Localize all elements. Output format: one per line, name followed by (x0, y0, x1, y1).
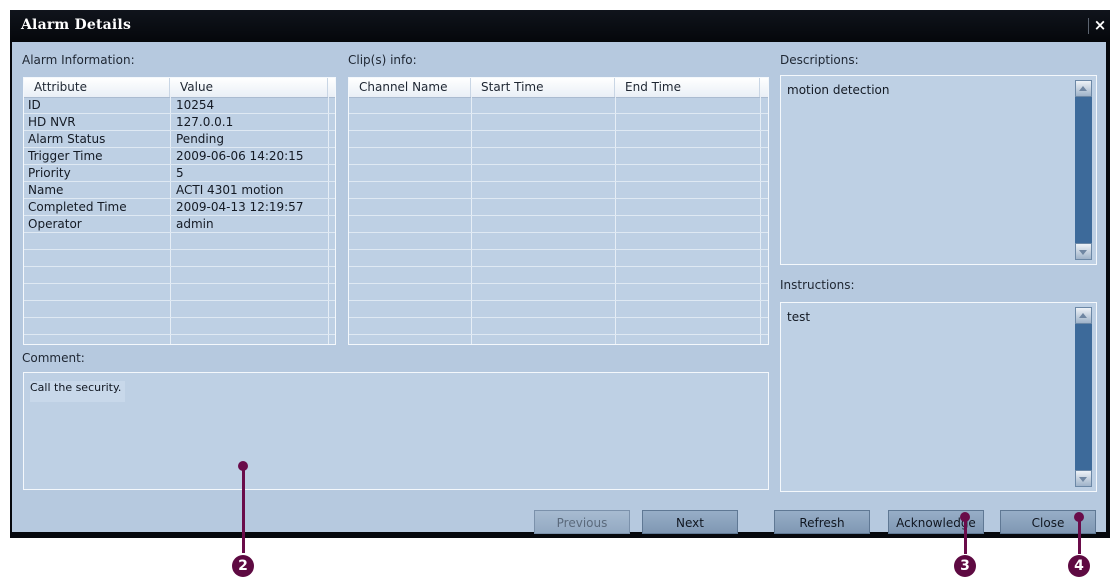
callout-line (1078, 517, 1081, 554)
value-cell: admin (176, 217, 214, 231)
empty-row (349, 131, 768, 148)
table-row[interactable]: ID 10254 (24, 97, 335, 114)
column-header-value[interactable]: Value (170, 78, 328, 97)
empty-row (24, 267, 335, 284)
attribute-cell: ID (28, 98, 41, 112)
value-cell: 127.0.0.1 (176, 115, 234, 129)
window-title: Alarm Details (21, 17, 132, 33)
empty-row (24, 284, 335, 301)
scroll-up-button[interactable] (1075, 307, 1092, 324)
empty-row (349, 165, 768, 182)
empty-row (24, 250, 335, 267)
clips-grid-header: Channel Name Start Time End Time (349, 78, 768, 98)
alarm-information-grid[interactable]: Attribute Value ID 10254 HD NVR 127.0.0.… (23, 77, 336, 345)
empty-row (349, 250, 768, 267)
table-row[interactable]: Alarm Status Pending (24, 131, 335, 148)
instructions-text: test (787, 310, 811, 324)
attribute-cell: HD NVR (28, 115, 76, 129)
value-cell: 10254 (176, 98, 215, 112)
empty-row (349, 182, 768, 199)
dialog-body: Alarm Information: Attribute Value ID 10… (12, 42, 1106, 534)
empty-row (349, 114, 768, 131)
descriptions-scrollbar[interactable] (1075, 80, 1092, 260)
table-row[interactable]: Completed Time 2009-04-13 12:19:57 (24, 199, 335, 216)
callout-badge-4: 4 (1068, 555, 1090, 577)
chevron-down-icon (1079, 477, 1087, 482)
title-separator (1088, 18, 1089, 34)
empty-row (349, 97, 768, 114)
attribute-cell: Priority (28, 166, 71, 180)
callout-line (242, 466, 245, 553)
callout-badge-2: 2 (232, 555, 254, 577)
value-cell: ACTI 4301 motion (176, 183, 284, 197)
previous-button[interactable]: Previous (534, 510, 630, 534)
value-cell: Pending (176, 132, 224, 146)
table-row[interactable]: Priority 5 (24, 165, 335, 182)
descriptions-text: motion detection (787, 83, 890, 97)
attribute-cell: Alarm Status (28, 132, 106, 146)
descriptions-box[interactable]: motion detection (780, 75, 1097, 265)
attribute-cell: Name (28, 183, 64, 197)
value-cell: 5 (176, 166, 184, 180)
attribute-cell: Trigger Time (28, 149, 103, 163)
chevron-down-icon (1079, 250, 1087, 255)
empty-row (349, 301, 768, 318)
instructions-box[interactable]: test (780, 302, 1097, 492)
acknowledge-button[interactable]: Acknowledge (888, 510, 984, 534)
empty-row (349, 199, 768, 216)
column-header-channel-name[interactable]: Channel Name (349, 78, 471, 97)
callout-badge-3: 3 (954, 555, 976, 577)
attribute-cell: Operator (28, 217, 82, 231)
instructions-scrollbar[interactable] (1075, 307, 1092, 487)
scroll-down-button[interactable] (1075, 243, 1092, 260)
alarm-grid-header: Attribute Value (24, 78, 335, 98)
empty-row (24, 233, 335, 250)
clips-info-grid[interactable]: Channel Name Start Time End Time (348, 77, 769, 345)
empty-row (349, 284, 768, 301)
column-header-end-time[interactable]: End Time (615, 78, 760, 97)
instructions-label: Instructions: (780, 278, 855, 292)
alarm-details-window: Alarm Details × Alarm Information: Attri… (10, 10, 1110, 538)
chevron-up-icon (1079, 86, 1087, 91)
empty-row (24, 318, 335, 335)
table-row[interactable]: Name ACTI 4301 motion (24, 182, 335, 199)
comment-label: Comment: (22, 351, 85, 365)
alarm-information-label: Alarm Information: (22, 53, 135, 67)
descriptions-label: Descriptions: (780, 53, 859, 67)
value-cell: 2009-06-06 14:20:15 (176, 149, 304, 163)
close-icon[interactable]: × (1093, 15, 1107, 35)
clips-info-label: Clip(s) info: (348, 53, 417, 67)
empty-row (349, 148, 768, 165)
comment-textarea[interactable]: Call the security. (23, 372, 769, 490)
empty-row (349, 233, 768, 250)
table-row[interactable]: Operator admin (24, 216, 335, 233)
refresh-button[interactable]: Refresh (774, 510, 870, 534)
title-bar: Alarm Details × (10, 10, 1110, 42)
scroll-down-button[interactable] (1075, 470, 1092, 487)
table-row[interactable]: Trigger Time 2009-06-06 14:20:15 (24, 148, 335, 165)
column-header-attribute[interactable]: Attribute (24, 78, 170, 97)
chevron-up-icon (1079, 313, 1087, 318)
empty-row (349, 318, 768, 335)
table-row[interactable]: HD NVR 127.0.0.1 (24, 114, 335, 131)
comment-text: Call the security. (30, 381, 126, 402)
column-header-start-time[interactable]: Start Time (471, 78, 615, 97)
empty-row (349, 216, 768, 233)
next-button[interactable]: Next (642, 510, 738, 534)
attribute-cell: Completed Time (28, 200, 127, 214)
scroll-up-button[interactable] (1075, 80, 1092, 97)
callout-line (964, 517, 967, 554)
empty-row (24, 301, 335, 318)
empty-row (349, 267, 768, 284)
value-cell: 2009-04-13 12:19:57 (176, 200, 304, 214)
